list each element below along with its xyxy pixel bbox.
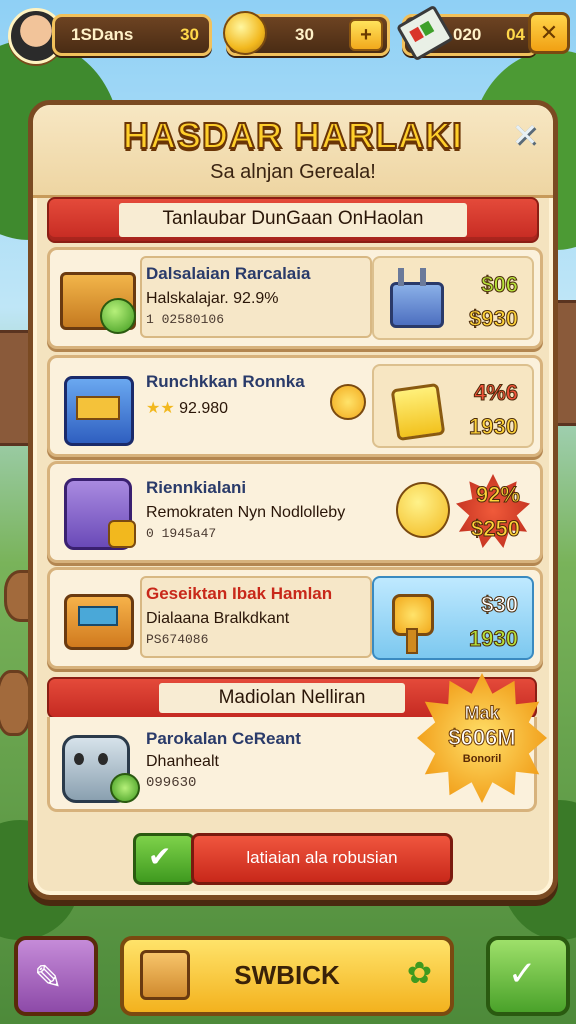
gems-pill: 020 04: [395, 4, 538, 62]
coins-value: 30: [295, 25, 314, 44]
item-price: $250: [471, 516, 521, 542]
gems-label: 020: [453, 25, 482, 44]
item-price-box[interactable]: $06 $930: [372, 256, 534, 340]
shop-item-1[interactable]: Runchkkan Ronnka ★★ 92.980 4%6 1930: [47, 355, 543, 457]
gems-value: 04: [506, 25, 525, 44]
shop-item-0[interactable]: Dalsalaian Rarcalaia Halskalajar. 92.9% …: [47, 247, 543, 349]
item-discount: 92%: [475, 482, 520, 508]
shop-item-3[interactable]: Geseiktan Ibak Hamlan Dialaana Bralkdkan…: [47, 567, 543, 669]
top-hud: 1SDans 30 30 + 020 04 ✕: [6, 4, 570, 64]
confirm-button[interactable]: latiaian ala robusian: [191, 833, 453, 885]
player-name: 1SDans: [71, 25, 134, 44]
blue-crate-icon: [56, 366, 136, 446]
item-discount: $06: [481, 272, 519, 298]
panel-header: HASDAR HARLAKI Sa alnjan Gereala! ✕: [33, 105, 553, 198]
featured-code: 099630: [146, 775, 197, 791]
item-detail: Halskalajar. 92.9%: [146, 290, 279, 307]
robot-machine-icon: [384, 268, 444, 328]
item-name: Dalsalaian Rarcalaia: [146, 264, 311, 283]
item-name: Riennkialani: [146, 478, 247, 497]
item-price: 1930: [469, 626, 519, 652]
shop-panel: HASDAR HARLAKI Sa alnjan Gereala! ✕ Tanl…: [28, 100, 558, 900]
player-name-pill[interactable]: 1SDans 30: [52, 14, 212, 56]
shop-item-2[interactable]: Riennkialani Remokraten Nyn Nodlolleby 0…: [47, 461, 543, 563]
pet-creature-icon: [396, 482, 450, 538]
section-title: Tanlaubar DunGaan OnHaolan: [162, 208, 424, 229]
badge-top: Mak: [464, 703, 500, 724]
confirm-row: ✔ latiaian ala robusian: [133, 833, 453, 885]
item-detail: Dialaana Bralkdkant: [146, 610, 290, 627]
coin-bag-icon: [330, 384, 366, 420]
item-price: 1930: [469, 414, 519, 440]
item-code: 0 1945a47: [146, 526, 217, 541]
item-detail: Remokraten Nyn Nodlolleby: [146, 504, 346, 521]
featured-name: Parokalan CeReant: [146, 729, 301, 748]
main-action-label: SWBICK: [234, 960, 340, 990]
robot-mascot-icon: [56, 727, 140, 803]
star-icon: ★★: [146, 400, 175, 417]
ticket-icon: [395, 4, 455, 62]
main-action-button[interactable]: SWBICK ✿: [120, 936, 454, 1016]
leaf-check-icon: ✓: [508, 954, 537, 994]
item-discount: 4%6: [473, 380, 518, 406]
item-discount: $30: [481, 592, 519, 618]
add-coins-button[interactable]: +: [349, 19, 383, 51]
coins-pill: 30 +: [223, 11, 390, 56]
golden-key-icon: [384, 588, 444, 654]
purple-backpack-icon: [56, 472, 136, 550]
panel-title: HASDAR HARLAKI: [122, 114, 463, 157]
panel-close-icon[interactable]: ✕: [507, 116, 543, 154]
edit-tools-button[interactable]: ✎: [14, 936, 98, 1016]
coin-icon: [223, 11, 267, 55]
section-ribbon: Tanlaubar DunGaan OnHaolan: [47, 197, 539, 243]
badge-value: $606M: [448, 725, 516, 751]
item-name: Geseiktan Ibak Hamlan: [146, 584, 333, 603]
treasure-chest-icon: [56, 258, 136, 336]
confirm-label: latiaian ala robusian: [246, 848, 398, 867]
featured-detail: Dhanhealt: [146, 753, 219, 770]
item-price-box-selected[interactable]: $30 1930: [372, 576, 534, 660]
flower-icon: ✿: [406, 956, 432, 991]
check-icon[interactable]: ✔: [133, 833, 195, 885]
panel-subtitle: Sa alnjan Gereala!: [210, 161, 376, 183]
item-rating: ★★ 92.980: [146, 400, 229, 417]
tool-box-icon: [56, 578, 136, 656]
player-level: 30: [180, 25, 199, 44]
item-price: $930: [469, 306, 519, 332]
sun-badge-icon: Mak $606M Bonoril: [417, 673, 547, 803]
item-price-box[interactable]: 4%6 1930: [372, 364, 534, 448]
featured-offer[interactable]: Madiolan Nelliran Parokalan CeReant Dhan…: [47, 673, 547, 812]
item-code: 1 02580106: [146, 312, 225, 327]
pencil-icon: ✎: [34, 958, 63, 998]
cheese-block-icon: [384, 376, 446, 442]
item-name: Runchkkan Ronnka: [146, 372, 305, 391]
item-code: PS674086: [146, 632, 209, 647]
confirm-quick-button[interactable]: ✓: [486, 936, 570, 1016]
badge-bottom: Bonoril: [462, 753, 502, 765]
close-icon[interactable]: ✕: [528, 12, 570, 54]
